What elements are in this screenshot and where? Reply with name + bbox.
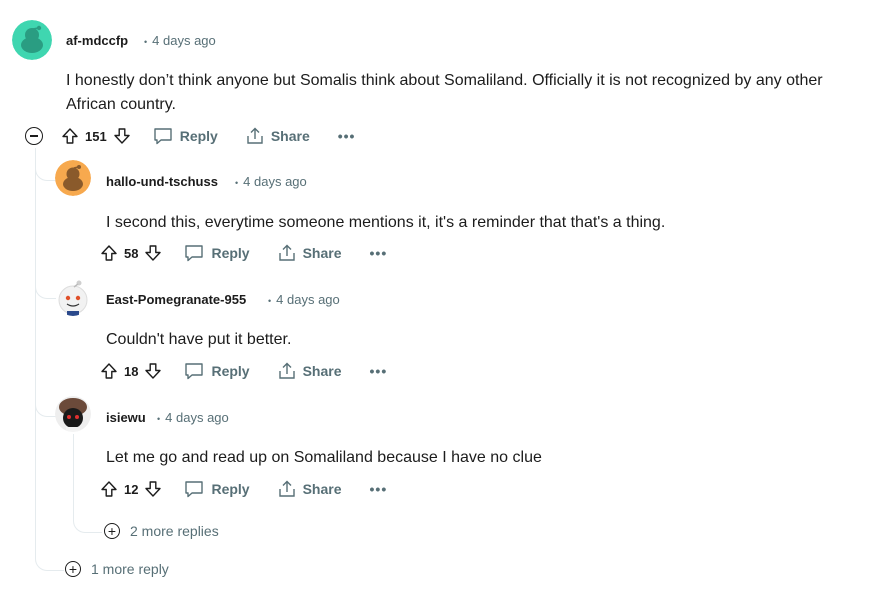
comment-actions: 151 Reply Share •••: [61, 122, 355, 150]
upvote-icon[interactable]: [100, 244, 118, 262]
share-button[interactable]: Share: [246, 127, 310, 145]
share-icon: [278, 244, 296, 262]
plus-circle-icon: +: [104, 523, 120, 539]
more-replies-button[interactable]: + 2 more replies: [104, 523, 219, 539]
minus-icon: [30, 135, 38, 137]
reply-meta: • 4 days ago: [235, 174, 307, 189]
share-button[interactable]: Share: [278, 480, 342, 498]
reply-body: Let me go and read up on Somaliland beca…: [106, 449, 542, 466]
share-label: Share: [302, 481, 342, 497]
vote-count: 151: [85, 128, 107, 144]
share-icon: [278, 480, 296, 498]
meta-separator: •: [157, 414, 161, 424]
thread-curve-main-more: [35, 530, 64, 571]
reply-label: Reply: [211, 245, 250, 261]
share-icon: [246, 127, 264, 145]
reply-label: Reply: [211, 481, 250, 497]
vote-count: 12: [124, 481, 139, 497]
more-reply-label: 1 more reply: [91, 561, 169, 577]
meta-separator: •: [268, 296, 272, 306]
vote-group: 12: [100, 480, 162, 498]
avatar[interactable]: [12, 20, 52, 60]
plus-circle-icon: +: [65, 561, 81, 577]
share-label: Share: [302, 363, 342, 379]
reply-icon: [184, 362, 204, 380]
vote-group: 151: [61, 127, 131, 145]
reply-button[interactable]: Reply: [184, 362, 250, 380]
vote-count: 58: [124, 245, 139, 261]
reply-icon: [184, 480, 204, 498]
comment-username[interactable]: af-mdccfp: [66, 33, 128, 48]
downvote-icon[interactable]: [113, 127, 131, 145]
more-options-button[interactable]: •••: [370, 245, 388, 261]
reply-username[interactable]: hallo-und-tschuss: [106, 174, 218, 189]
reply-label: Reply: [179, 128, 218, 144]
thread-curve-main-3: [35, 380, 56, 417]
share-label: Share: [302, 245, 342, 261]
upvote-icon[interactable]: [61, 127, 79, 145]
reply-actions: 58 Reply Share •••: [100, 239, 387, 267]
avatar[interactable]: [55, 278, 91, 316]
more-reply-button[interactable]: + 1 more reply: [65, 561, 169, 577]
reply-body: I second this, everytime someone mention…: [106, 214, 666, 231]
vote-group: 18: [100, 362, 162, 380]
thread-line-main[interactable]: [35, 148, 36, 552]
reply-actions: 12 Reply Share •••: [100, 475, 387, 503]
upvote-icon[interactable]: [100, 480, 118, 498]
share-icon: [278, 362, 296, 380]
avatar[interactable]: [55, 160, 91, 196]
comment-body-line: African country.: [66, 96, 176, 113]
meta-separator: •: [235, 178, 239, 188]
reply-meta: • 4 days ago: [157, 410, 229, 425]
thread-curve-nested-more: [73, 434, 102, 533]
reply-button[interactable]: Reply: [184, 480, 250, 498]
comment-body-line: I honestly don’t think anyone but Somali…: [66, 72, 823, 89]
more-options-button[interactable]: •••: [338, 128, 356, 144]
reply-username[interactable]: isiewu: [106, 410, 146, 425]
thread-curve-main-2: [35, 260, 56, 299]
reply-username[interactable]: East-Pomegranate-955: [106, 292, 246, 307]
more-replies-label: 2 more replies: [130, 523, 219, 539]
share-button[interactable]: Share: [278, 362, 342, 380]
reply-button[interactable]: Reply: [153, 127, 218, 145]
reply-time[interactable]: 4 days ago: [165, 410, 229, 425]
share-button[interactable]: Share: [278, 244, 342, 262]
meta-separator: •: [144, 37, 148, 47]
vote-group: 58: [100, 244, 162, 262]
reply-label: Reply: [211, 363, 250, 379]
downvote-icon[interactable]: [144, 480, 162, 498]
reply-meta: • 4 days ago: [268, 292, 340, 307]
collapse-thread-button[interactable]: [25, 127, 43, 145]
reply-time[interactable]: 4 days ago: [276, 292, 340, 307]
comment-body: I honestly don’t think anyone but Somali…: [66, 69, 876, 117]
upvote-icon[interactable]: [100, 362, 118, 380]
downvote-icon[interactable]: [144, 244, 162, 262]
downvote-icon[interactable]: [144, 362, 162, 380]
avatar[interactable]: [55, 396, 91, 432]
thread-curve-main-1: [35, 160, 56, 181]
more-options-button[interactable]: •••: [370, 363, 388, 379]
reply-icon: [184, 244, 204, 262]
reply-button[interactable]: Reply: [184, 244, 250, 262]
comment-time[interactable]: 4 days ago: [152, 33, 216, 48]
share-label: Share: [270, 128, 310, 144]
vote-count: 18: [124, 363, 139, 379]
reply-body: Couldn't have put it better.: [106, 331, 292, 348]
reply-time[interactable]: 4 days ago: [243, 174, 307, 189]
more-options-button[interactable]: •••: [370, 481, 388, 497]
reply-actions: 18 Reply Share •••: [100, 357, 387, 385]
reply-icon: [153, 127, 173, 145]
comment-meta: • 4 days ago: [144, 33, 216, 48]
